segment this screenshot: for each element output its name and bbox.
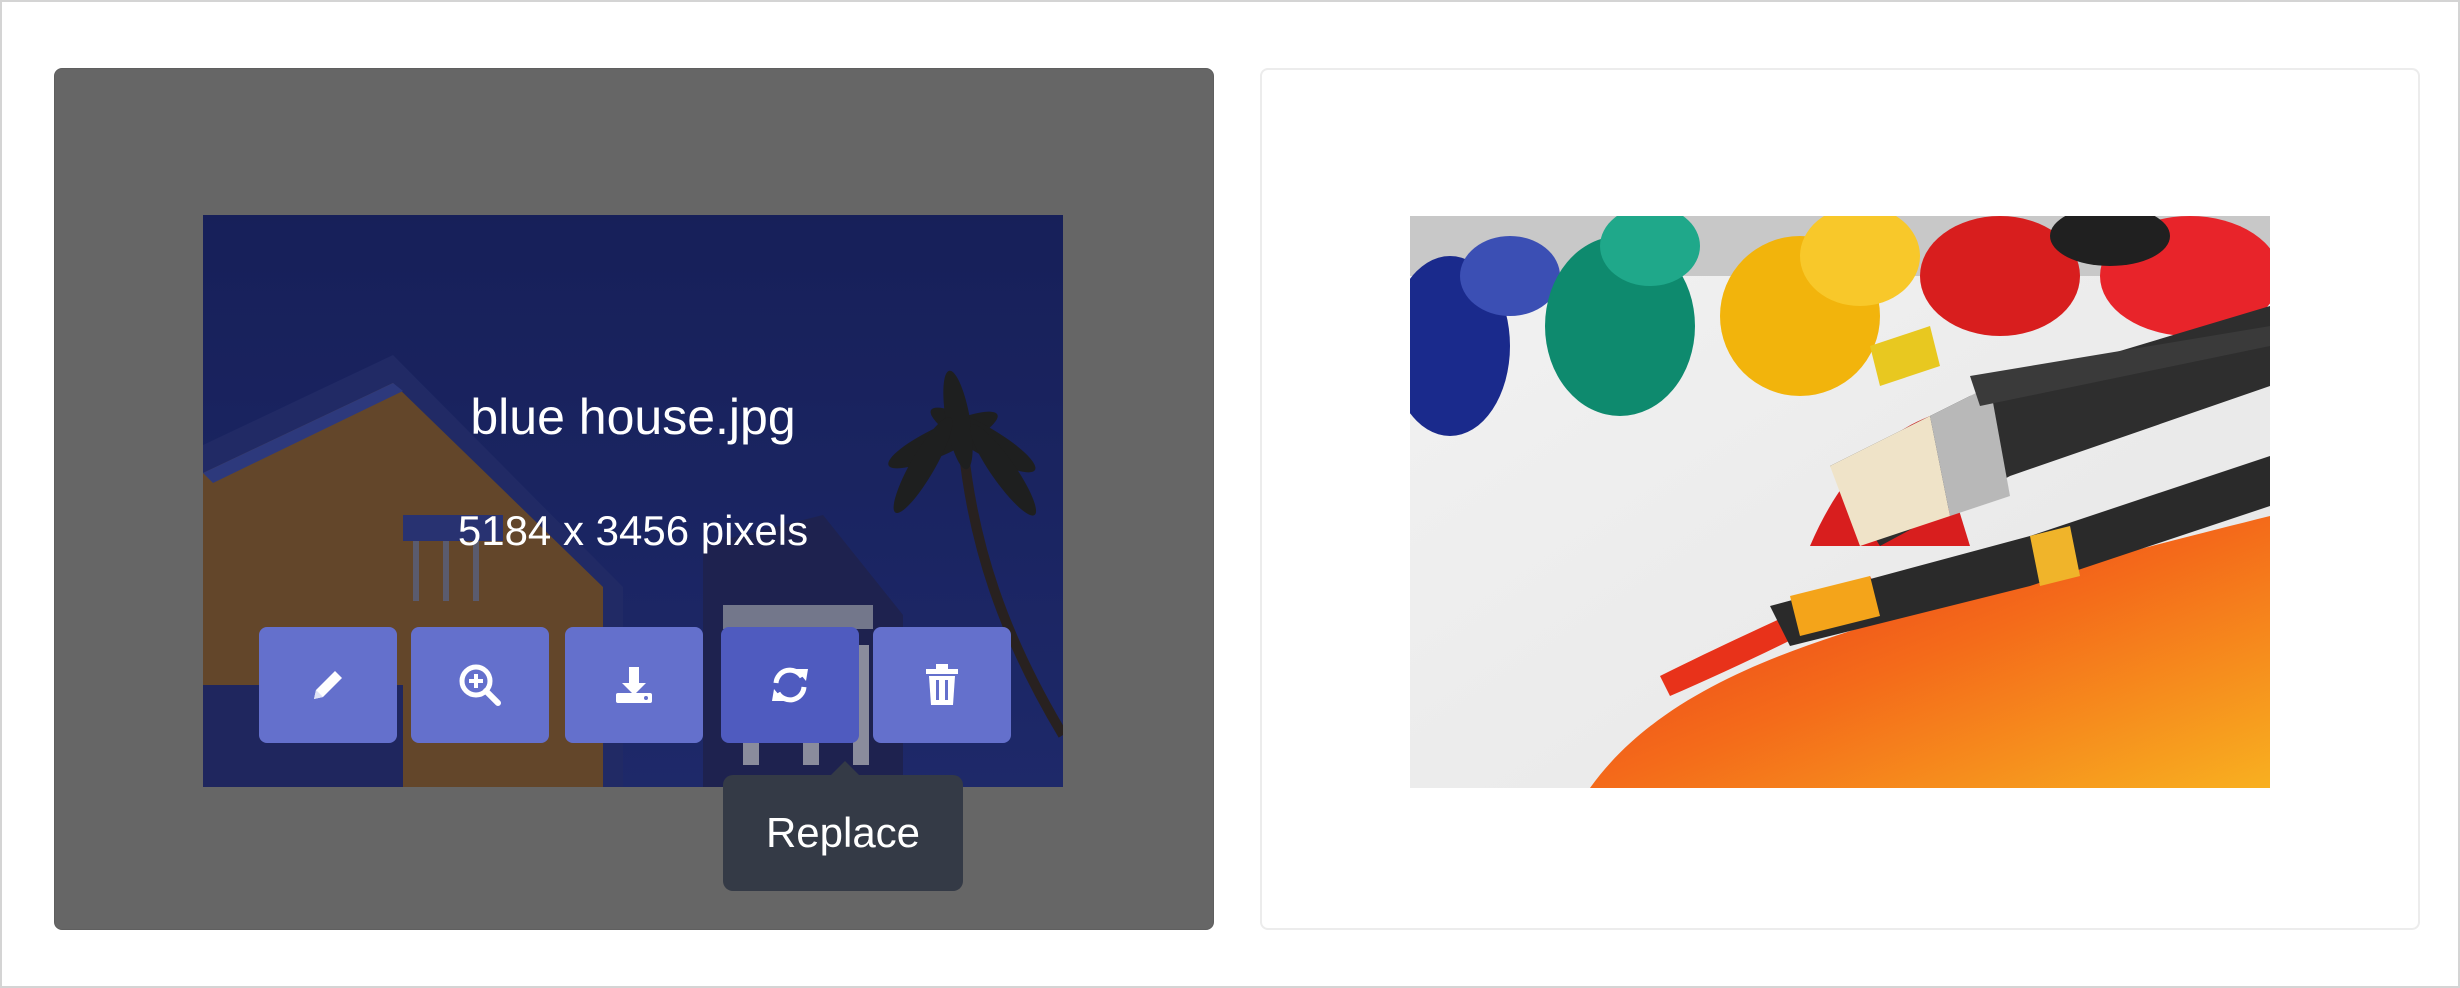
- pencil-icon: [306, 663, 350, 707]
- replace-button[interactable]: [721, 627, 859, 743]
- refresh-icon: [766, 661, 814, 709]
- paint-brushes-image: [1410, 216, 2270, 788]
- zoom-button[interactable]: [411, 627, 549, 743]
- edit-button[interactable]: [259, 627, 397, 743]
- image-card-paint-brushes[interactable]: [1260, 68, 2420, 930]
- blue-house-image: blue house.jpg 5184 x 3456 pixels: [203, 215, 1063, 787]
- download-button[interactable]: [565, 627, 703, 743]
- image-card-blue-house[interactable]: blue house.jpg 5184 x 3456 pixels Replac…: [54, 68, 1214, 930]
- file-dimensions: 5184 x 3456 pixels: [457, 507, 809, 554]
- file-name: blue house.jpg: [470, 389, 796, 445]
- delete-button[interactable]: [873, 627, 1011, 743]
- image-actions: [259, 627, 1011, 743]
- page-frame: blue house.jpg 5184 x 3456 pixels Replac…: [0, 0, 2460, 988]
- replace-tooltip: Replace: [723, 761, 963, 891]
- trash-icon: [920, 661, 964, 709]
- download-icon: [610, 661, 658, 709]
- zoom-in-icon: [456, 661, 504, 709]
